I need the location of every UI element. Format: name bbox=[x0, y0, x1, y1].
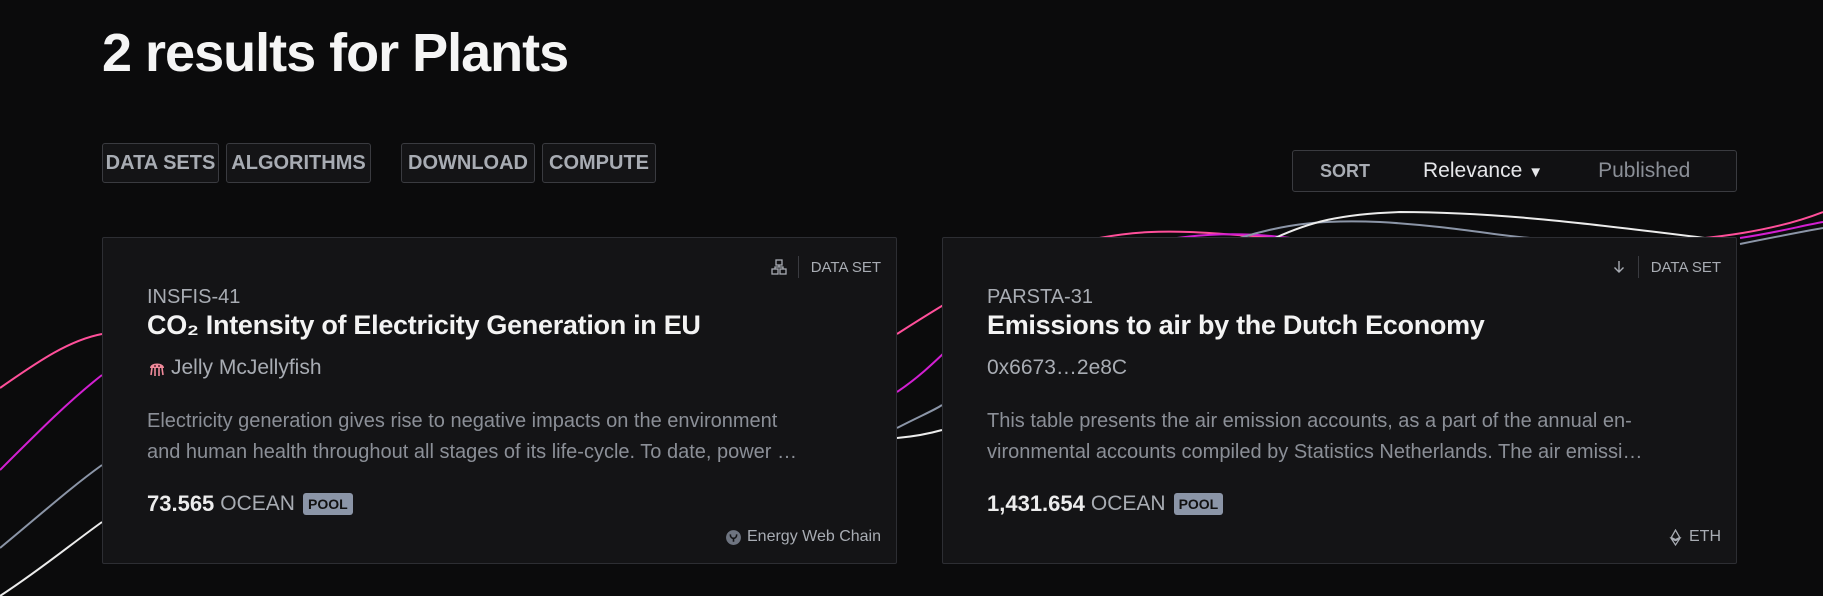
owner-name: Jelly McJellyfish bbox=[171, 356, 322, 379]
asset-owner[interactable]: Jelly McJellyfish bbox=[147, 356, 322, 380]
filter-compute-button[interactable]: COMPUTE bbox=[542, 143, 656, 183]
filter-algorithms-button[interactable]: ALGORITHMS bbox=[226, 143, 371, 183]
asset-owner[interactable]: 0x6673…2e8C bbox=[987, 356, 1127, 380]
asset-card[interactable]: DATA SET PARSTA-31 Emissions to air by t… bbox=[942, 237, 1737, 564]
sort-published-button[interactable]: Published bbox=[1598, 159, 1690, 183]
pool-badge: POOL bbox=[1173, 493, 1224, 515]
description-line: vironmental accounts compiled by Statist… bbox=[987, 441, 1643, 463]
page-title: 2 results for Plants bbox=[102, 23, 569, 83]
filter-download-button[interactable]: DOWNLOAD bbox=[401, 143, 535, 183]
owner-address: 0x6673…2e8C bbox=[987, 356, 1128, 379]
type-divider bbox=[797, 256, 799, 278]
description-line: This table presents the air emission acc… bbox=[987, 410, 1632, 432]
sort-bar: SORT Relevance ▼ Published bbox=[1292, 150, 1737, 192]
ethereum-icon bbox=[1669, 528, 1682, 546]
network-name: ETH bbox=[1689, 528, 1721, 545]
type-divider bbox=[1637, 256, 1639, 278]
filter-data-sets-button[interactable]: DATA SETS bbox=[102, 143, 219, 183]
asset-price: 73.565 OCEAN POOL bbox=[147, 491, 353, 517]
sort-relevance-label: Relevance bbox=[1423, 159, 1523, 182]
jellyfish-icon bbox=[150, 363, 164, 376]
asset-type-label: DATA SET bbox=[810, 258, 881, 276]
asset-symbol: PARSTA-31 bbox=[987, 286, 1093, 308]
asset-type: DATA SET bbox=[770, 256, 881, 278]
description-line: and human health throughout all stages o… bbox=[147, 441, 798, 463]
asset-network: ETH bbox=[1667, 528, 1721, 546]
sort-label: SORT bbox=[1320, 160, 1371, 181]
download-icon bbox=[1610, 258, 1628, 276]
asset-title[interactable]: CO₂ Intensity of Electricity Generation … bbox=[147, 310, 701, 341]
asset-card[interactable]: DATA SET INSFIS-41 CO₂ Intensity of Elec… bbox=[102, 237, 897, 564]
asset-type: DATA SET bbox=[1610, 256, 1721, 278]
asset-description: Electricity generation gives rise to neg… bbox=[147, 406, 847, 468]
asset-title[interactable]: Emissions to air by the Dutch Economy bbox=[987, 310, 1485, 341]
asset-type-label: DATA SET bbox=[1650, 258, 1721, 276]
network-name: Energy Web Chain bbox=[747, 528, 881, 545]
price-token: OCEAN bbox=[220, 492, 295, 515]
asset-description: This table presents the air emission acc… bbox=[987, 406, 1687, 468]
price-value: 73.565 bbox=[147, 491, 215, 516]
price-value: 1,431.654 bbox=[987, 491, 1085, 516]
asset-symbol: INSFIS-41 bbox=[147, 286, 241, 308]
description-line: Electricity generation gives rise to neg… bbox=[147, 410, 778, 432]
asset-price: 1,431.654 OCEAN POOL bbox=[987, 491, 1224, 517]
sort-relevance-button[interactable]: Relevance ▼ bbox=[1423, 159, 1543, 183]
energy-web-icon bbox=[726, 529, 741, 545]
pool-badge: POOL bbox=[302, 493, 353, 515]
asset-network: Energy Web Chain bbox=[725, 528, 881, 546]
sort-descending-icon: ▼ bbox=[1528, 164, 1544, 181]
compute-icon bbox=[770, 258, 788, 276]
price-token: OCEAN bbox=[1090, 492, 1166, 515]
